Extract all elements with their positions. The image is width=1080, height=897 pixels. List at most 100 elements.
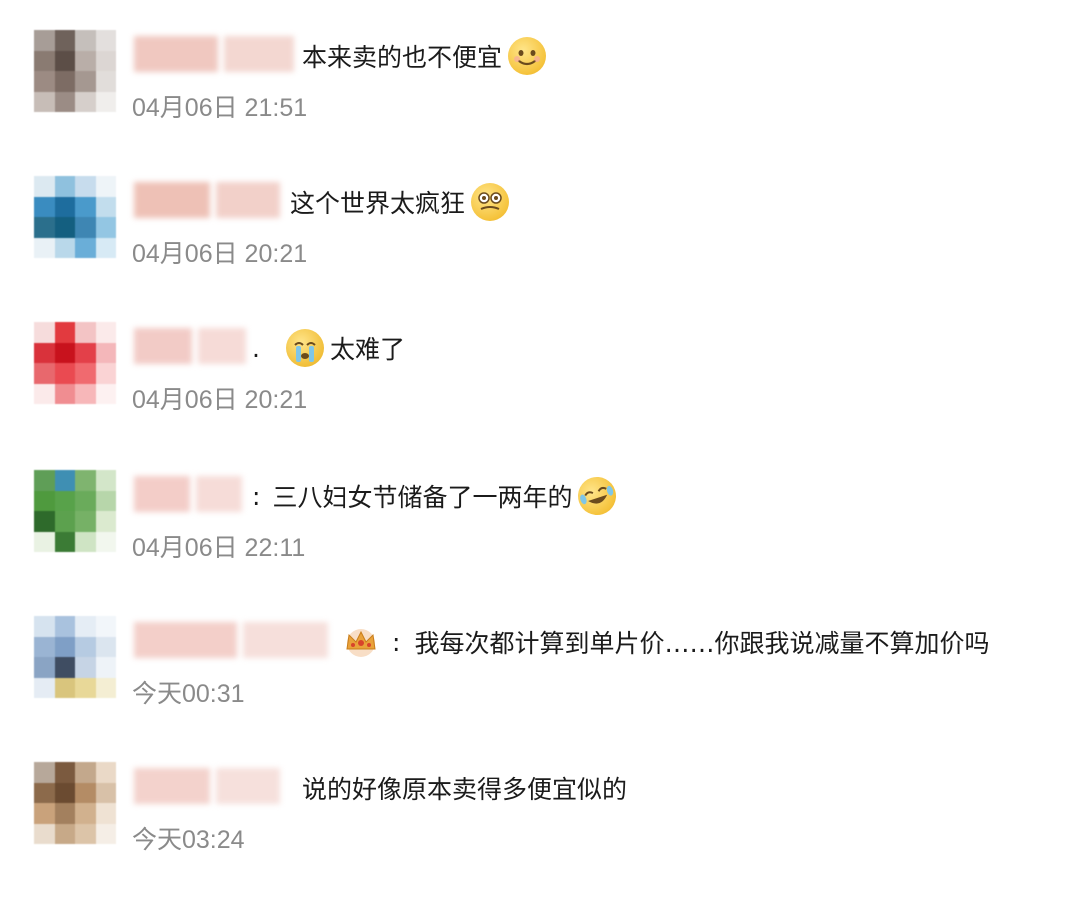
avatar-pixel bbox=[95, 363, 116, 384]
avatar-pixel bbox=[34, 176, 55, 197]
avatar-pixel bbox=[34, 217, 55, 238]
avatar-pixel bbox=[54, 237, 75, 258]
username-blur bbox=[134, 36, 218, 72]
avatar-pixel bbox=[54, 490, 75, 511]
avatar-pixel bbox=[34, 342, 55, 363]
comment-content: 说的好像原本卖得多便宜似的 bbox=[302, 766, 627, 810]
comment-item: : 我每次都计算到单片价……你跟我说减量不算加价吗 今天00:31 bbox=[0, 586, 1080, 726]
avatar-pixel bbox=[75, 50, 96, 71]
avatar-pixel bbox=[95, 531, 116, 552]
avatar-pixel bbox=[75, 823, 96, 844]
avatar-pixel bbox=[34, 50, 55, 71]
avatar[interactable] bbox=[34, 176, 116, 258]
avatar-pixel bbox=[54, 30, 75, 51]
avatar-pixel bbox=[95, 383, 116, 404]
avatar-pixel bbox=[34, 657, 55, 678]
avatar-pixel bbox=[75, 196, 96, 217]
avatar-pixel bbox=[54, 91, 75, 112]
avatar-pixel bbox=[95, 636, 116, 657]
comment-time: 04月06日 20:21 bbox=[132, 386, 308, 414]
avatar[interactable] bbox=[34, 470, 116, 552]
avatar-pixel bbox=[54, 217, 75, 238]
username-blur bbox=[242, 622, 328, 658]
username[interactable] bbox=[134, 768, 280, 804]
avatar-pixel bbox=[95, 657, 116, 678]
username-blur bbox=[134, 328, 192, 364]
comment-text: 我每次都计算到单片价……你跟我说减量不算加价吗 bbox=[414, 629, 990, 658]
avatar[interactable] bbox=[34, 30, 116, 112]
comment-item: : 三八妇女节储备了一两年的 04月06日 22:11 bbox=[0, 440, 1080, 580]
username-blur bbox=[134, 622, 237, 658]
username[interactable] bbox=[134, 622, 328, 658]
avatar-pixel bbox=[75, 531, 96, 552]
avatar-pixel bbox=[34, 91, 55, 112]
comment-text: 这个世界太疯狂 bbox=[290, 189, 466, 218]
avatar-pixel bbox=[54, 616, 75, 637]
username[interactable] bbox=[134, 182, 280, 218]
avatar-pixel bbox=[75, 636, 96, 657]
comment-time: 今天00:31 bbox=[132, 680, 245, 708]
laugh-crying-face-icon bbox=[573, 472, 622, 520]
avatar-pixel bbox=[95, 217, 116, 238]
avatar-pixel bbox=[75, 176, 96, 197]
avatar-pixel bbox=[75, 237, 96, 258]
avatar-pixel bbox=[75, 91, 96, 112]
crown-badge-icon bbox=[340, 623, 382, 661]
comment-time: 04月06日 21:51 bbox=[132, 94, 308, 122]
avatar[interactable] bbox=[34, 762, 116, 844]
avatar-pixel bbox=[34, 322, 55, 343]
username[interactable] bbox=[134, 476, 242, 512]
avatar-pixel bbox=[95, 762, 116, 783]
avatar-pixel bbox=[75, 616, 96, 637]
avatar-pixel bbox=[75, 383, 96, 404]
avatar-pixel bbox=[75, 782, 96, 803]
avatar-pixel bbox=[75, 342, 96, 363]
avatar-pixel bbox=[34, 511, 55, 532]
username-blur bbox=[216, 768, 280, 804]
avatar-pixel bbox=[95, 342, 116, 363]
avatar-pixel bbox=[75, 762, 96, 783]
avatar-pixel bbox=[95, 50, 116, 71]
avatar-pixel bbox=[54, 531, 75, 552]
username-blur bbox=[197, 328, 246, 364]
comment-separator: : bbox=[392, 627, 401, 657]
avatar-pixel bbox=[54, 762, 75, 783]
comment-content: : 我每次都计算到单片价……你跟我说减量不算加价吗 bbox=[340, 620, 989, 664]
avatar-pixel bbox=[95, 490, 116, 511]
comment-separator: : bbox=[252, 481, 261, 511]
avatar-pixel bbox=[75, 657, 96, 678]
avatar[interactable] bbox=[34, 616, 116, 698]
comment-text: 三八妇女节储备了一两年的 bbox=[272, 483, 573, 512]
avatar-pixel bbox=[54, 511, 75, 532]
comment-text: 说的好像原本卖得多便宜似的 bbox=[302, 775, 628, 804]
crying-face-icon bbox=[285, 329, 324, 367]
username[interactable] bbox=[134, 328, 246, 364]
avatar[interactable] bbox=[34, 322, 116, 404]
username-blur bbox=[134, 182, 211, 218]
avatar-pixel bbox=[34, 636, 55, 657]
avatar-pixel bbox=[34, 196, 55, 217]
username-blur bbox=[224, 36, 294, 72]
avatar-pixel bbox=[95, 322, 116, 343]
avatar-pixel bbox=[34, 803, 55, 824]
avatar-pixel bbox=[54, 677, 75, 698]
avatar-pixel bbox=[95, 30, 116, 51]
avatar-pixel bbox=[54, 176, 75, 197]
avatar-pixel bbox=[95, 71, 116, 92]
avatar-pixel bbox=[75, 511, 96, 532]
avatar-pixel bbox=[95, 196, 116, 217]
avatar-pixel bbox=[54, 782, 75, 803]
avatar-pixel bbox=[75, 217, 96, 238]
avatar-pixel bbox=[54, 71, 75, 92]
avatar-pixel bbox=[34, 616, 55, 637]
comment-content: 本来卖的也不便宜 bbox=[302, 34, 552, 78]
avatar-pixel bbox=[75, 803, 96, 824]
avatar-pixel bbox=[95, 616, 116, 637]
comment-time: 今天03:24 bbox=[132, 826, 245, 854]
avatar-pixel bbox=[54, 342, 75, 363]
comment-time: 04月06日 22:11 bbox=[132, 534, 306, 562]
avatar-pixel bbox=[54, 803, 75, 824]
comment-content: 这个世界太疯狂 bbox=[290, 180, 515, 224]
username[interactable] bbox=[134, 36, 294, 72]
avatar-pixel bbox=[54, 470, 75, 491]
